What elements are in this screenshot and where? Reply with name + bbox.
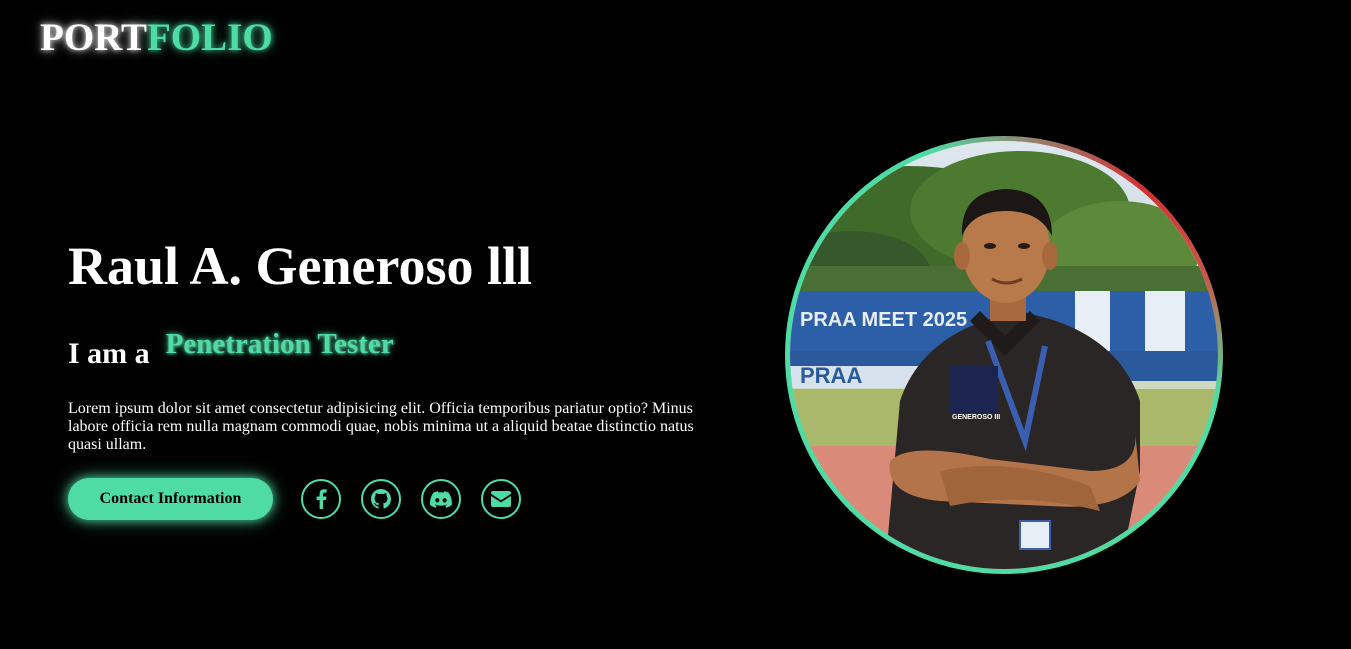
role-text: Penetration Tester (165, 328, 394, 360)
discord-icon (430, 490, 452, 508)
profile-photo-illustration: PRAA MEET 2025 PRAA GENEROSO III (790, 141, 1218, 569)
shirt-badge-text: GENEROSO III (952, 414, 1000, 421)
banner-text-2: PRAA (800, 363, 862, 388)
page: PORTFOLIO Raul A. Generoso lll I am a Pe… (0, 0, 1351, 649)
envelope-icon (491, 491, 511, 507)
email-link[interactable] (481, 479, 521, 519)
hero-section: Raul A. Generoso lll I am a Penetration … (68, 230, 708, 520)
banner-text-1: PRAA MEET 2025 (800, 309, 967, 331)
role-prefix: I am a (68, 337, 150, 370)
role-line: I am a Penetration Tester (68, 328, 708, 372)
facebook-link[interactable] (301, 479, 341, 519)
facebook-icon (315, 489, 327, 509)
social-links (301, 479, 541, 519)
discord-link[interactable] (421, 479, 461, 519)
profile-photo-frame: PRAA MEET 2025 PRAA GENEROSO III (785, 136, 1223, 574)
contact-information-button[interactable]: Contact Information (68, 478, 273, 520)
hero-actions: Contact Information (68, 478, 708, 520)
hero-name: Raul A. Generoso lll (68, 236, 533, 296)
hero-description: Lorem ipsum dolor sit amet consectetur a… (68, 400, 694, 453)
profile-photo: PRAA MEET 2025 PRAA GENEROSO III (790, 141, 1218, 569)
logo-part-port: PORT (40, 16, 147, 59)
logo-part-folio: FOLIO (146, 16, 273, 59)
github-link[interactable] (361, 479, 401, 519)
logo[interactable]: PORTFOLIO (40, 14, 273, 62)
github-icon (371, 489, 391, 509)
